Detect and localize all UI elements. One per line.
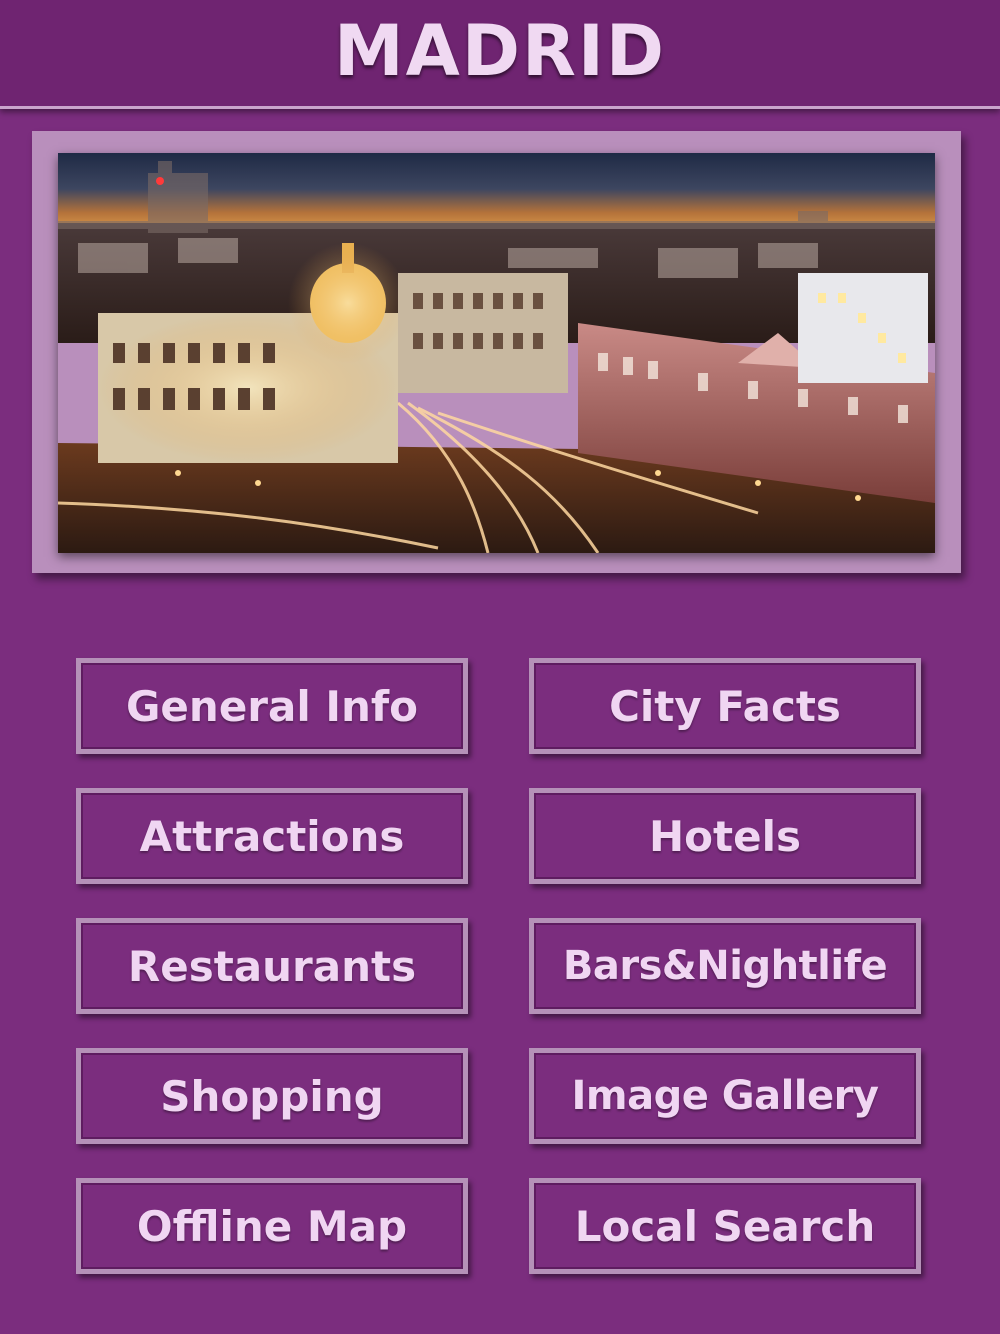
restaurants-label: Restaurants [127,941,417,991]
bars-nightlife-label: Bars&Nightlife [562,943,888,989]
hero-image-frame [32,131,961,573]
attractions-button[interactable]: Attractions [76,788,468,884]
offline-map-button[interactable]: Offline Map [76,1178,468,1274]
image-gallery-label: Image Gallery [571,1073,879,1119]
attractions-label: Attractions [139,811,405,861]
page-title: MADRID [334,10,666,92]
image-gallery-button[interactable]: Image Gallery [529,1048,921,1144]
header-bar: MADRID [0,0,1000,109]
general-info-label: General Info [125,681,419,731]
hotels-label: Hotels [649,811,801,861]
general-info-button[interactable]: General Info [76,658,468,754]
local-search-label: Local Search [574,1201,876,1251]
offline-map-label: Offline Map [136,1201,408,1251]
city-facts-label: City Facts [609,681,841,731]
hotels-button[interactable]: Hotels [529,788,921,884]
city-facts-button[interactable]: City Facts [529,658,921,754]
shopping-button[interactable]: Shopping [76,1048,468,1144]
bars-nightlife-button[interactable]: Bars&Nightlife [529,918,921,1014]
shopping-label: Shopping [160,1071,384,1121]
local-search-button[interactable]: Local Search [529,1178,921,1274]
hero-city-photo [58,153,935,553]
app-screen: MADRID General Info City Facts Attractio… [0,0,1000,1334]
restaurants-button[interactable]: Restaurants [76,918,468,1014]
